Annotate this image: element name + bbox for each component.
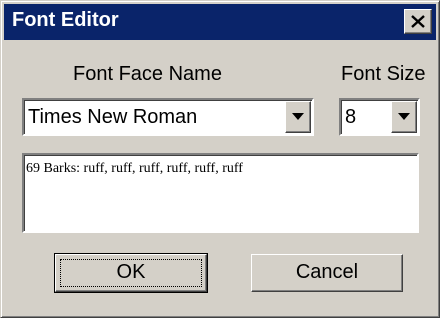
font-face-select[interactable]: Times New Roman <box>22 98 314 136</box>
font-preview-text: 69 Barks: ruff, ruff, ruff, ruff, ruff, … <box>26 161 243 176</box>
window-title: Font Editor <box>12 9 119 31</box>
font-face-name-label: Font Face Name <box>73 63 222 85</box>
ok-button[interactable]: OK <box>54 253 208 293</box>
close-button[interactable] <box>404 9 432 34</box>
font-preview-box: 69 Barks: ruff, ruff, ruff, ruff, ruff, … <box>22 153 419 233</box>
cancel-button-label: Cancel <box>295 261 359 283</box>
title-bar[interactable]: Font Editor <box>4 4 436 40</box>
font-size-value: 8 <box>345 106 357 128</box>
chevron-down-icon <box>398 113 410 120</box>
font-size-dropdown-button[interactable] <box>391 101 417 133</box>
close-icon <box>411 15 425 28</box>
font-face-dropdown-button[interactable] <box>285 101 311 133</box>
font-size-label: Font Size <box>341 63 426 85</box>
font-size-select[interactable]: 8 <box>339 98 420 136</box>
chevron-down-icon <box>292 113 304 120</box>
focus-rectangle <box>60 259 202 287</box>
font-face-value: Times New Roman <box>28 106 198 128</box>
font-editor-dialog: Font Editor Font Face Name Font Size Tim… <box>0 0 440 318</box>
cancel-button[interactable]: Cancel <box>251 254 403 292</box>
